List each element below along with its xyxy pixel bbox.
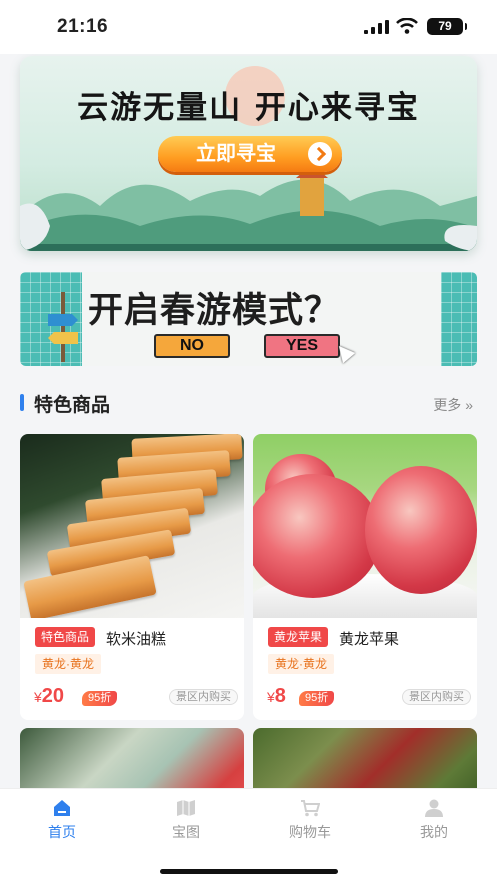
bottom-tab-bar: 首页 宝图 购物车 我的: [0, 788, 497, 883]
buy-location-chip: 景区内购买: [169, 689, 238, 705]
product-price: ¥20: [34, 685, 64, 708]
product-origin: 黄龙·黄龙: [35, 654, 101, 674]
price-symbol: ¥: [34, 689, 42, 705]
user-icon: [425, 799, 443, 817]
home-icon: [54, 800, 70, 816]
discount-badge: 95折: [299, 691, 335, 706]
map-icon: [177, 800, 195, 816]
start-treasure-hunt-label: 立即寻宝: [196, 143, 276, 165]
spring-no-button[interactable]: NO: [154, 334, 230, 358]
chevron-right-icon: [308, 142, 332, 166]
section-title: 特色商品: [34, 395, 111, 416]
more-link[interactable]: 更多 »: [433, 395, 473, 415]
signpost-icon: [48, 292, 78, 362]
treasure-hunt-banner[interactable]: 云游无量山 开心来寻宝 立即寻宝: [20, 56, 477, 251]
battery-indicator: 79: [427, 18, 467, 35]
tab-label: 宝图: [172, 824, 200, 840]
product-name: 黄龙苹果: [339, 631, 400, 648]
section-accent-bar: [20, 394, 24, 411]
spring-outing-banner[interactable]: 开启春游模式？ NO YES: [20, 272, 477, 366]
product-price: ¥8: [267, 685, 286, 708]
tab-label: 我的: [420, 824, 448, 840]
product-name: 软米油糕: [106, 631, 167, 648]
tab-label: 购物车: [289, 824, 331, 840]
banner-title: 云游无量山 开心来寻宝: [77, 90, 420, 126]
tab-map[interactable]: 宝图: [124, 789, 248, 851]
buy-location-chip: 景区内购买: [402, 689, 471, 705]
home-page: 云游无量山 开心来寻宝 立即寻宝 开启春游模式？ NO YES 特色商品 更多 …: [0, 54, 497, 788]
status-time: 21:16: [57, 16, 109, 37]
tab-home[interactable]: 首页: [0, 789, 124, 851]
cart-icon: [301, 800, 320, 817]
start-treasure-hunt-button[interactable]: 立即寻宝: [158, 136, 342, 172]
grid-decoration-right: [441, 272, 477, 366]
price-symbol: ¥: [267, 689, 275, 705]
product-card-partial[interactable]: [20, 728, 244, 788]
spring-yes-button[interactable]: YES: [264, 334, 340, 358]
apple: [365, 466, 477, 594]
tab-profile[interactable]: 我的: [372, 789, 496, 851]
home-indicator: [160, 869, 338, 874]
spring-banner-title: 开启春游模式？: [88, 291, 341, 330]
discount-badge: 95折: [82, 691, 118, 706]
wifi-icon: [396, 18, 418, 34]
featured-products-header: 特色商品 更多 »: [20, 390, 477, 416]
price-value: 8: [274, 685, 286, 707]
status-bar: 21:16 79: [0, 0, 497, 54]
product-image: [20, 434, 244, 618]
product-card[interactable]: 特色商品 软米油糕 黄龙·黄龙 ¥20 95折 景区内购买: [20, 434, 244, 720]
signal-icon: [364, 20, 389, 34]
product-card[interactable]: 黄龙苹果 黄龙苹果 黄龙·黄龙 ¥8 95折 景区内购买: [253, 434, 477, 720]
product-origin: 黄龙·黄龙: [268, 654, 334, 674]
price-value: 20: [41, 685, 65, 707]
tab-label: 首页: [48, 824, 76, 840]
tab-cart[interactable]: 购物车: [248, 789, 372, 851]
product-tag: 黄龙苹果: [268, 627, 329, 647]
battery-level: 79: [438, 19, 452, 33]
product-tag: 特色商品: [35, 627, 96, 647]
product-card-partial[interactable]: [253, 728, 477, 788]
product-image: [253, 434, 477, 618]
